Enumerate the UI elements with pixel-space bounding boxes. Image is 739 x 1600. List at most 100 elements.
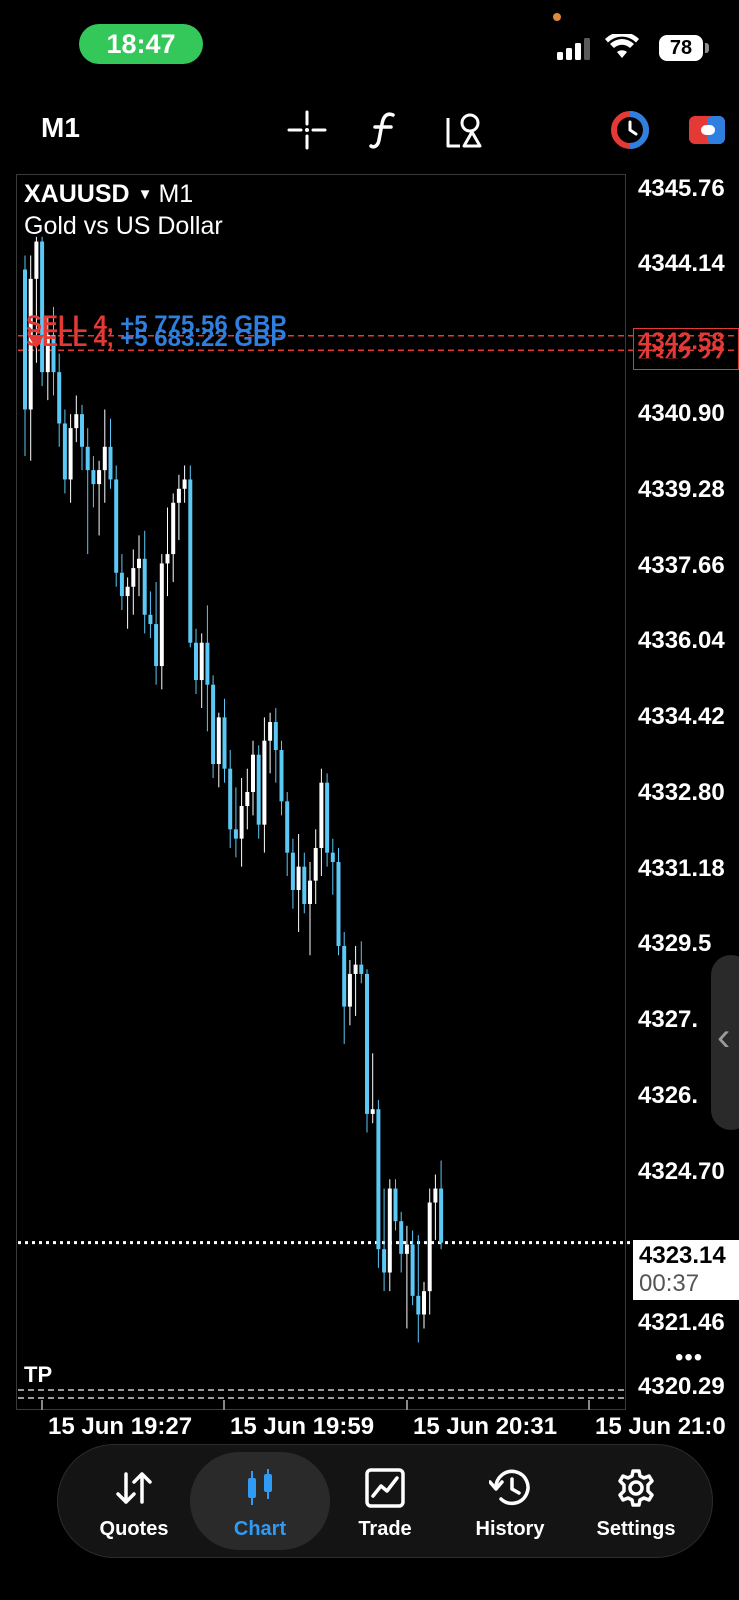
tab-trade[interactable]: Trade [321,1455,449,1547]
candle-body [376,1109,381,1250]
candle-body [102,446,107,471]
candle-body [188,479,193,643]
candle-body [216,717,221,765]
candle-body [353,964,358,974]
symbol-timeframe: M1 [158,180,194,208]
candle-body [205,642,210,685]
candle-body [91,470,96,485]
candle-body [302,866,307,904]
candle-body [308,880,312,904]
candle-body [125,586,130,597]
candle-body [404,1244,409,1254]
candle-body [416,1295,421,1315]
candle-body [273,722,278,751]
price-scale-label: 4320.29 [638,1373,725,1400]
chevron-left-icon: ‹ [717,1015,731,1059]
price-scale-label: 4321.46 [638,1309,725,1336]
candle-body [410,1244,415,1296]
candle-body [393,1188,398,1222]
candle-body [114,479,119,573]
candle-body [68,428,73,480]
order-profit: +5 683.22 GBP [120,325,287,352]
symbol-description: Gold vs US Dollar [24,212,223,240]
candle-body [319,782,324,848]
candle-body [382,1249,387,1273]
symbol-dropdown-icon: ▼ [137,186,153,203]
more-icon[interactable]: ••• [675,1344,703,1372]
candle-body [359,964,364,974]
candle-body [57,372,62,424]
time-scale-label: 15 Jun 19:27 [48,1413,193,1440]
side-panel-handle[interactable]: ‹ [711,955,739,1130]
candle-body [290,852,295,890]
tab-label: Trade [358,1518,412,1540]
time-scale-label: 15 Jun 21:0 [595,1413,726,1440]
price-scale-label: 4326. [638,1082,699,1109]
price-scale-label: 4339.28 [638,476,725,503]
price-scale-label: 4336.04 [638,627,725,654]
candle-body [108,446,113,480]
tab-label: History [475,1518,545,1540]
candle-body [256,754,261,825]
price-scale-label: 4345.76 [638,175,725,202]
candle-body [142,558,147,615]
candle-body [342,945,347,1007]
current-price: 4323.14 [639,1242,726,1269]
candle-body [194,642,198,681]
candle-body [433,1188,438,1203]
tab-label: Chart [233,1518,287,1540]
candle-body [171,502,176,555]
price-scale-label: 4327. [638,1006,699,1033]
candle-body [245,792,250,807]
candle-body [182,479,187,489]
tab-quotes[interactable]: Quotes [70,1455,198,1547]
chart-icon [242,1464,278,1512]
price-scale-label: 4334.42 [638,703,725,730]
candle-body [199,642,204,681]
candle-body [233,829,238,839]
tab-settings[interactable]: Settings [572,1455,700,1547]
tab-history[interactable]: History [446,1455,574,1547]
tp-label: TP [24,1362,53,1387]
tab-chart[interactable]: Chart [196,1455,324,1547]
price-scale-label: 4340.90 [638,400,725,427]
time-scale-label: 15 Jun 20:31 [413,1413,558,1440]
candle-body [148,614,153,625]
candle-body [399,1221,404,1254]
candle-countdown: 00:37 [639,1270,700,1297]
symbol-name: XAUUSD [24,180,130,208]
candle-body [228,768,233,830]
price-scale-label: 4332.80 [638,779,725,806]
settings-icon [616,1464,656,1512]
candle-body [439,1188,444,1243]
candle-body [427,1202,432,1292]
candle-body [85,446,90,471]
candle-body [137,558,141,569]
price-scale-label: 4324.70 [638,1158,725,1185]
history-icon [489,1464,531,1512]
candle-body [296,866,301,890]
candle-body [285,801,290,853]
order-line-label-2[interactable]: SELL 4, +5 683.22 GBP [26,325,286,353]
candle-body [119,572,124,597]
candle-body [279,750,284,802]
price-scale-label: 4331.18 [638,855,725,882]
candle-body [422,1291,426,1315]
candle-body [313,847,318,881]
candle-body [387,1188,392,1273]
quotes-icon [114,1464,154,1512]
sell-arrow-icon [28,335,44,349]
candle-body [97,470,102,485]
candle-body [325,782,330,853]
candle-body [222,717,227,769]
candle-body [165,554,170,564]
candle-body [176,488,181,503]
time-scale-label: 15 Jun 19:59 [230,1413,375,1440]
candle-body [347,973,352,1007]
tab-label: Settings [596,1518,676,1540]
candle-body [365,973,369,1114]
candle-body [262,740,267,825]
price-scale-label: 4329.5 [638,930,712,957]
candle-body [330,852,335,862]
symbol-header[interactable]: XAUUSD ▼ M1 [24,180,193,209]
